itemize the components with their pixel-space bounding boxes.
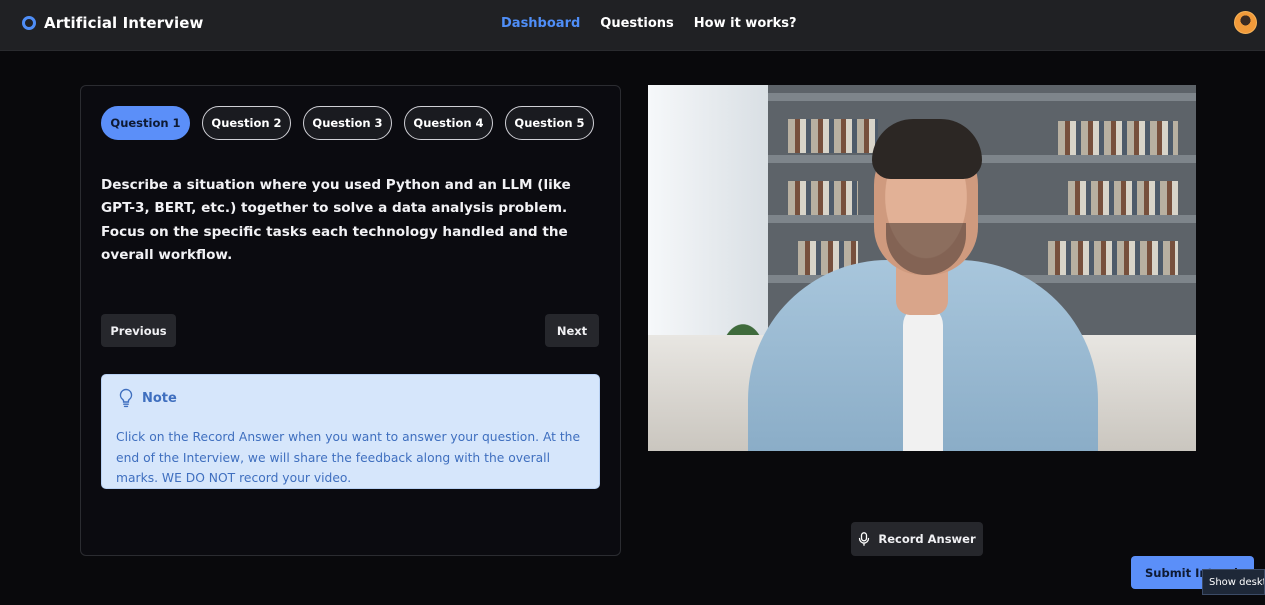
nav-how-it-works[interactable]: How it works? bbox=[694, 16, 797, 31]
main-nav: Dashboard Questions How it works? bbox=[501, 16, 797, 31]
books bbox=[788, 181, 858, 215]
nav-dashboard[interactable]: Dashboard bbox=[501, 16, 580, 31]
question-tabs: Question 1 Question 2 Question 3 Questio… bbox=[101, 106, 594, 140]
books bbox=[1068, 181, 1178, 215]
books bbox=[1048, 241, 1178, 275]
user-avatar[interactable] bbox=[1234, 11, 1257, 34]
tab-question-4[interactable]: Question 4 bbox=[404, 106, 493, 140]
question-text: Describe a situation where you used Pyth… bbox=[101, 176, 571, 264]
record-answer-label: Record Answer bbox=[878, 532, 976, 546]
books bbox=[788, 119, 878, 153]
note-box: Note Click on the Record Answer when you… bbox=[101, 374, 600, 489]
record-answer-button[interactable]: Record Answer bbox=[851, 522, 983, 556]
top-navbar: Artificial Interview Dashboard Questions… bbox=[0, 0, 1265, 51]
tab-question-3[interactable]: Question 3 bbox=[303, 106, 392, 140]
note-title: Note bbox=[142, 390, 177, 406]
tab-question-5[interactable]: Question 5 bbox=[505, 106, 594, 140]
nav-questions[interactable]: Questions bbox=[600, 16, 673, 31]
person-undershirt bbox=[903, 305, 943, 451]
person-hair bbox=[872, 119, 982, 179]
question-card: Question 1 Question 2 Question 3 Questio… bbox=[80, 85, 621, 556]
books bbox=[1058, 121, 1178, 155]
note-header: Note bbox=[118, 388, 177, 408]
tab-question-1[interactable]: Question 1 bbox=[101, 106, 190, 140]
lightbulb-icon bbox=[119, 388, 133, 408]
brand[interactable]: Artificial Interview bbox=[22, 14, 203, 32]
tab-question-2[interactable]: Question 2 bbox=[202, 106, 291, 140]
show-desktop-tooltip: Show desktop bbox=[1202, 569, 1265, 595]
previous-button[interactable]: Previous bbox=[101, 314, 176, 347]
webcam-preview bbox=[648, 85, 1196, 451]
shelf-board bbox=[768, 215, 1196, 223]
next-button[interactable]: Next bbox=[545, 314, 599, 347]
brand-ring-icon bbox=[22, 16, 36, 30]
app-title: Artificial Interview bbox=[44, 14, 204, 32]
shelf-board bbox=[768, 155, 1196, 163]
shelf-board bbox=[768, 93, 1196, 101]
microphone-icon bbox=[859, 532, 870, 546]
note-text: Click on the Record Answer when you want… bbox=[116, 430, 581, 486]
